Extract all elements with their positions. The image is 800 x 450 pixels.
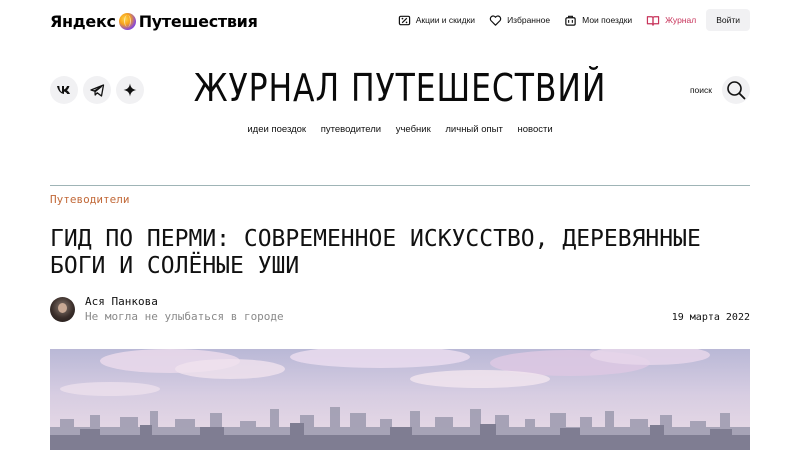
top-navigation: Акции и скидки Избранное Мои поездки Жур… bbox=[384, 9, 750, 31]
category-guides[interactable]: путеводители bbox=[321, 124, 381, 135]
category-news[interactable]: новости bbox=[517, 124, 552, 135]
search: поиск bbox=[690, 76, 750, 104]
heart-icon bbox=[489, 14, 502, 26]
author-avatar[interactable] bbox=[50, 297, 75, 322]
nav-favorites[interactable]: Избранное bbox=[489, 9, 550, 31]
category-trip-ideas[interactable]: идеи поездок bbox=[247, 124, 306, 135]
nav-trips[interactable]: Мои поездки bbox=[564, 9, 632, 31]
article-title-line-1: ГИД ПО ПЕРМИ: СОВРЕМЕННОЕ ИСКУССТВО, ДЕР… bbox=[50, 226, 701, 252]
city-skyline-image bbox=[50, 349, 750, 450]
suitcase-icon bbox=[565, 15, 576, 26]
nav-deals-label: Акции и скидки bbox=[415, 15, 476, 25]
nav-journal[interactable]: Журнал bbox=[646, 9, 696, 31]
logo-text-left: Яндекс bbox=[50, 11, 116, 31]
publish-date: 19 марта 2022 bbox=[671, 312, 750, 323]
yandex-travel-logo[interactable]: Яндекс Путешествия bbox=[50, 10, 258, 32]
section-divider bbox=[50, 185, 750, 186]
journal-title[interactable]: ЖУРНАЛ ПУТЕШЕСТВИЙ bbox=[32, 66, 768, 110]
search-button[interactable] bbox=[722, 76, 750, 104]
nav-favorites-label: Избранное bbox=[507, 15, 551, 25]
globe-logo-icon bbox=[118, 12, 136, 30]
article-title-line-2: БОГИ И СОЛЁНЫЕ УШИ bbox=[50, 253, 300, 279]
category-personal-experience[interactable]: личный опыт bbox=[445, 124, 502, 135]
book-icon bbox=[646, 15, 660, 26]
login-button[interactable]: Войти bbox=[706, 9, 750, 31]
category-nav: идеи поездок путеводители учебник личный… bbox=[0, 124, 800, 135]
hero-image bbox=[50, 349, 750, 450]
top-bar: Яндекс Путешествия Акции и скидки Избран… bbox=[0, 0, 800, 40]
article-title: ГИД ПО ПЕРМИ: СОВРЕМЕННОЕ ИСКУССТВО, ДЕР… bbox=[50, 226, 760, 280]
nav-deals[interactable]: Акции и скидки bbox=[398, 9, 475, 31]
category-handbook[interactable]: учебник bbox=[396, 124, 431, 135]
author-name[interactable]: Ася Панкова bbox=[85, 295, 158, 308]
search-icon bbox=[727, 81, 746, 100]
logo-text-right: Путешествия bbox=[138, 11, 258, 31]
nav-trips-label: Мои поездки bbox=[582, 15, 633, 25]
nav-journal-label: Журнал bbox=[665, 15, 697, 25]
article-section-label[interactable]: Путеводители bbox=[50, 193, 129, 206]
search-label[interactable]: поиск bbox=[690, 85, 712, 95]
percent-ticket-icon bbox=[398, 15, 410, 25]
author-note: Не могла не улыбаться в городе bbox=[85, 310, 284, 323]
